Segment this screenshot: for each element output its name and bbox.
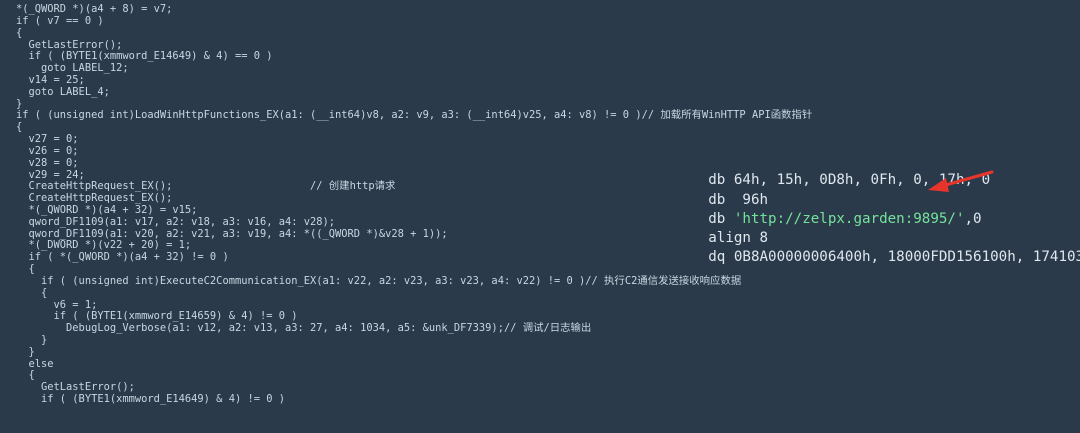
code-line[interactable]: *(_QWORD *)(a4 + 8) = v7; (16, 3, 172, 15)
code-line[interactable]: if ( (unsigned int)ExecuteC2Communicatio… (16, 275, 741, 287)
code-line[interactable]: if ( (BYTE1(xmmword_E14649) & 4) != 0 ) (16, 393, 285, 405)
data-line-1: db 64h, 15h, 0D8h, 0Fh, 0, 17h, 0 (708, 172, 991, 188)
code-line[interactable]: } (16, 346, 35, 358)
code-line[interactable]: v14 = 25; (16, 74, 85, 86)
code-line[interactable]: v28 = 0; (16, 157, 79, 169)
code-line[interactable]: if ( (unsigned int)LoadWinHttpFunctions_… (16, 109, 812, 121)
data-line-2: db 96h (708, 192, 769, 208)
code-line[interactable]: if ( (BYTE1(xmmword_E14649) & 4) == 0 ) (16, 50, 273, 62)
code-line[interactable]: if ( (BYTE1(xmmword_E14659) & 4) != 0 ) (16, 310, 298, 322)
code-line[interactable]: *(_QWORD *)(a4 + 32) = v15; (16, 204, 198, 216)
code-line[interactable]: } (16, 334, 47, 346)
code-line[interactable]: if ( v7 == 0 ) (16, 15, 104, 27)
code-line[interactable]: CreateHttpRequest_EX(); (16, 192, 173, 204)
code-line[interactable]: CreateHttpRequest_EX(); // 创建http请求 (16, 180, 396, 192)
data-line-dq: dq 0B8A00000006400h, 18000FDD156100h, 17… (708, 249, 1080, 265)
code-line[interactable]: DebugLog_Verbose(a1: v12, a2: v13, a3: 2… (16, 322, 591, 334)
code-line[interactable]: { (16, 121, 22, 133)
data-line-align: align 8 (708, 230, 769, 246)
code-line[interactable]: *(_DWORD *)(v22 + 20) = 1; (16, 239, 192, 251)
code-line[interactable]: { (16, 369, 35, 381)
c2-url-string: 'http://zelpx.garden:9895/' (733, 211, 965, 227)
code-line[interactable]: { (16, 27, 22, 39)
code-line[interactable]: goto LABEL_12; (16, 62, 129, 74)
disassembly-snippet: db 64h, 15h, 0D8h, 0Fh, 0, 17h, 0 db 96h… (650, 148, 1080, 265)
code-line[interactable]: } (16, 98, 22, 110)
code-line[interactable]: v6 = 1; (16, 299, 98, 311)
code-line[interactable]: { (16, 263, 35, 275)
code-line[interactable]: v29 = 24; (16, 169, 85, 181)
code-line[interactable]: v27 = 0; (16, 133, 79, 145)
code-line[interactable]: GetLastError(); (16, 381, 135, 393)
code-line[interactable]: goto LABEL_4; (16, 86, 110, 98)
code-line[interactable]: GetLastError(); (16, 39, 123, 51)
code-line[interactable]: qword_DF1109(a1: v17, a2: v18, a3: v16, … (16, 216, 336, 228)
code-line[interactable]: if ( *(_QWORD *)(a4 + 32) != 0 ) (16, 251, 229, 263)
red-arrow-icon (928, 170, 994, 192)
code-line[interactable]: else (16, 358, 54, 370)
pseudocode-editor[interactable]: *(_QWORD *)(a4 + 8) = v7; if ( v7 == 0 ){… (0, 0, 1080, 433)
code-line[interactable]: qword_DF1109(a1: v20, a2: v21, a3: v19, … (16, 228, 448, 240)
code-line[interactable]: v26 = 0; (16, 145, 79, 157)
code-line[interactable]: { (16, 287, 47, 299)
